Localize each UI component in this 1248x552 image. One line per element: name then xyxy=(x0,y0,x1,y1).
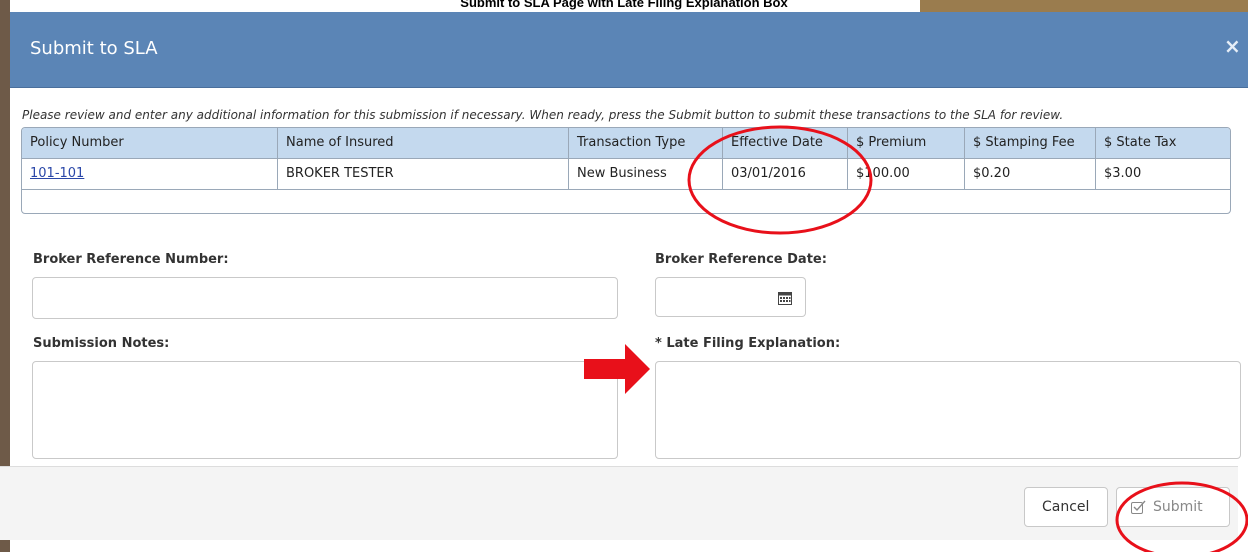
table-cell: BROKER TESTER xyxy=(278,159,569,189)
column-header: $ Stamping Fee xyxy=(965,128,1096,158)
dialog-header: Submit to SLA × xyxy=(10,12,1248,88)
table-cell: $100.00 xyxy=(848,159,965,189)
broker-reference-number-input[interactable] xyxy=(32,277,618,319)
checkbox-check-icon xyxy=(1131,500,1146,514)
late-filing-explanation-label: * Late Filing Explanation: xyxy=(655,336,841,351)
submission-notes-label: Submission Notes: xyxy=(33,336,170,351)
column-header: Name of Insured xyxy=(278,128,569,158)
table-cell: $3.00 xyxy=(1104,166,1142,181)
table-cell: $0.20 xyxy=(965,159,1096,189)
close-icon[interactable]: × xyxy=(1224,34,1241,58)
column-header: Transaction Type xyxy=(569,128,723,158)
submit-label: Submit xyxy=(1153,499,1203,515)
cancel-button[interactable]: Cancel xyxy=(1024,487,1108,527)
table-cell: 03/01/2016 xyxy=(723,159,848,189)
table-header-row: Policy Number Name of Insured Transactio… xyxy=(22,128,1230,159)
table-cell: New Business xyxy=(569,159,723,189)
submission-notes-textarea[interactable] xyxy=(32,361,618,459)
late-filing-explanation-textarea[interactable] xyxy=(655,361,1241,459)
submit-button[interactable]: Submit xyxy=(1116,487,1230,527)
table-cell: 101-101 xyxy=(22,159,278,189)
figure-caption: Submit to SLA Page with Late Filing Expl… xyxy=(460,0,788,10)
broker-reference-number-label: Broker Reference Number: xyxy=(33,252,229,267)
column-header: Effective Date xyxy=(723,128,848,158)
dialog-title: Submit to SLA xyxy=(30,38,158,59)
table-row: 101-101 BROKER TESTER New Business 03/01… xyxy=(22,159,1230,190)
policy-number-link[interactable]: 101-101 xyxy=(30,166,84,181)
column-header: $ State Tax xyxy=(1104,135,1177,150)
calendar-button[interactable] xyxy=(764,277,806,317)
instructions-text: Please review and enter any additional i… xyxy=(22,108,1064,122)
transactions-table: Policy Number Name of Insured Transactio… xyxy=(21,127,1231,214)
calendar-icon xyxy=(778,292,792,305)
broker-reference-date-label: Broker Reference Date: xyxy=(655,252,827,267)
broker-reference-date-input[interactable] xyxy=(655,277,767,317)
column-header: Policy Number xyxy=(22,128,278,158)
column-header: $ Premium xyxy=(848,128,965,158)
